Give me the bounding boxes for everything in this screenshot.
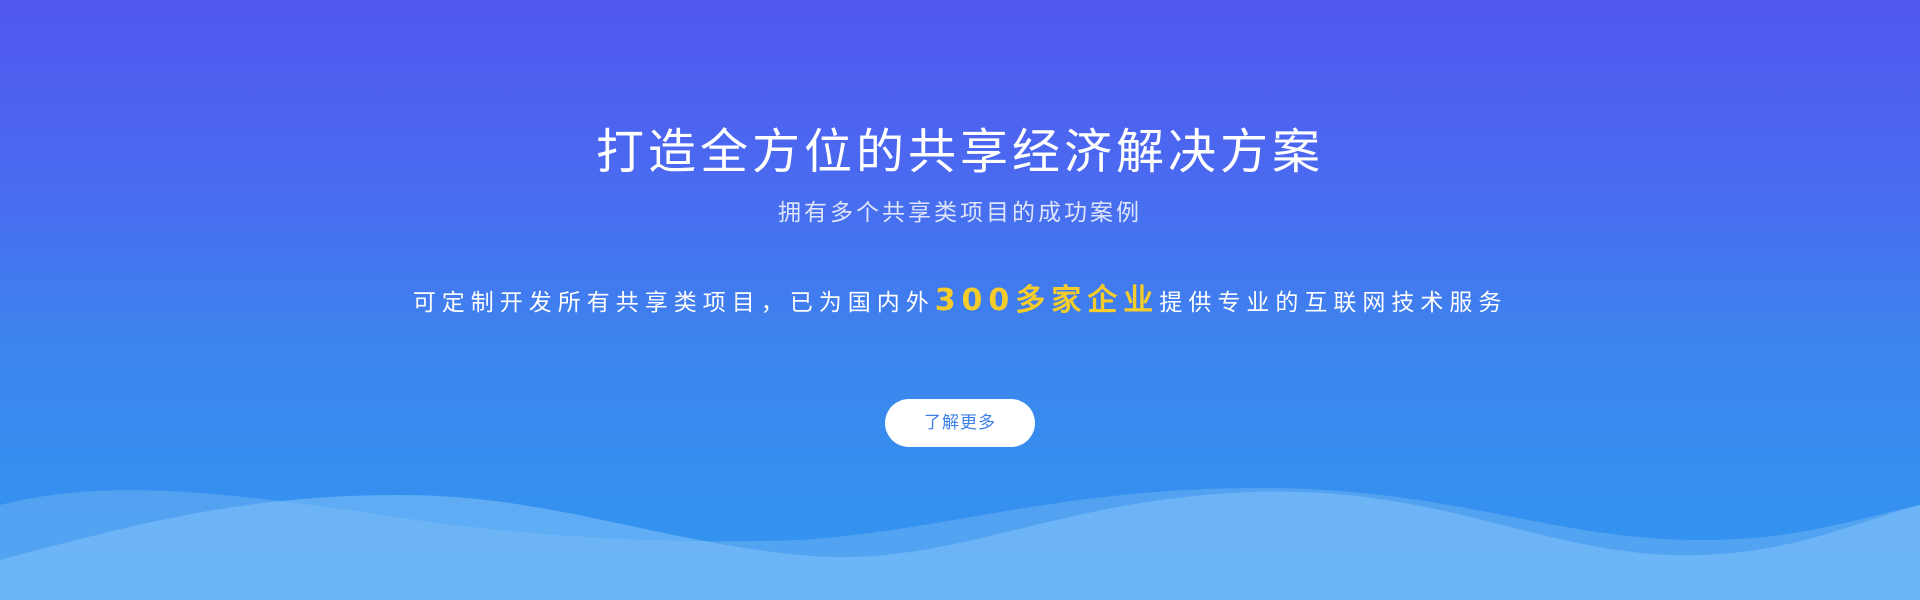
hero-title: 打造全方位的共享经济解决方案 [595,124,1324,180]
tagline-after: 提供专业的互联网技术服务 [1159,290,1508,316]
tagline-highlight: 300多家企业 [934,283,1160,318]
hero-subtitle: 拥有多个共享类项目的成功案例 [778,200,1142,226]
hero-tagline: 可定制开发所有共享类项目，已为国内外300多家企业提供专业的互联网技术服务 [0,278,1920,326]
learn-more-button[interactable]: 了解更多 [885,399,1035,447]
tagline-before: 可定制开发所有共享类项目，已为国内外 [412,290,935,316]
hero-content: 打造全方位的共享经济解决方案 拥有多个共享类项目的成功案例 可定制开发所有共享类… [0,0,1920,600]
hero-banner: 打造全方位的共享经济解决方案 拥有多个共享类项目的成功案例 可定制开发所有共享类… [0,0,1920,600]
